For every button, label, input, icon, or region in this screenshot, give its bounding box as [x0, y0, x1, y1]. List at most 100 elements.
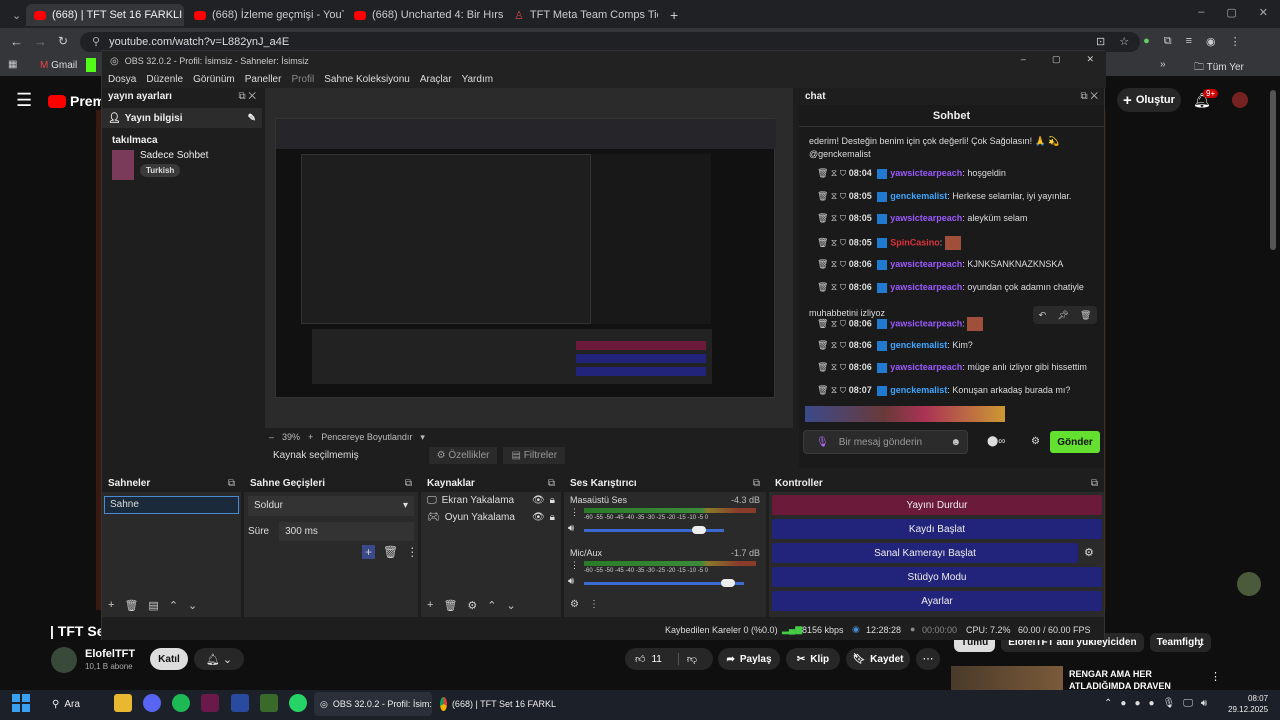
whatsapp-icon[interactable]: [289, 694, 307, 712]
speaker-icon[interactable]: 🔊︎: [568, 576, 574, 587]
trash-icon[interactable]: 🗑︎: [443, 599, 457, 612]
zoom-out-icon[interactable]: –: [269, 432, 274, 443]
mod-actions-icon[interactable]: 🗑︎ ⧖ ⛉: [817, 385, 849, 395]
minimize-icon[interactable]: –: [1198, 6, 1204, 19]
network-icon[interactable]: 🖵︎: [1183, 698, 1193, 709]
eye-icon[interactable]: 👁︎: [532, 512, 545, 523]
recommended-title[interactable]: RENGAR AMA HER ATLADIĞIMDA DRAVEN: [1069, 668, 1171, 692]
extension-icon[interactable]: ●: [1143, 35, 1150, 48]
mod-actions-icon[interactable]: 🗑︎ ⧖ ⛉: [817, 259, 849, 269]
menu-scene-collection[interactable]: Sahne Koleksiyonu: [324, 74, 410, 85]
emote-row[interactable]: [805, 406, 1005, 422]
popout-icon[interactable]: ⧉: [548, 478, 555, 489]
down-icon[interactable]: ⌄: [507, 599, 516, 612]
delete-icon[interactable]: 🗑︎: [1080, 310, 1091, 321]
mod-actions-icon[interactable]: 🗑︎ ⧖ ⛉: [817, 191, 849, 201]
popout-icon[interactable]: ⧉: [405, 478, 412, 489]
channel-avatar[interactable]: [51, 647, 77, 673]
mod-actions-icon[interactable]: 🗑︎ ⧖ ⛉: [817, 362, 849, 372]
subscribe-bell-button[interactable]: 🔔︎ ⌄: [194, 648, 244, 670]
hamburger-icon[interactable]: ☰: [16, 90, 32, 111]
maximize-icon[interactable]: ▢: [1052, 54, 1061, 65]
apps-icon[interactable]: ▦: [8, 59, 17, 70]
speaker-icon[interactable]: 🔊︎: [1201, 698, 1207, 709]
url-field[interactable]: ⚲ youtube.com/watch?v=L882ynJ_a4E: [80, 32, 1140, 52]
down-icon[interactable]: ⌄: [188, 599, 197, 612]
menu-tools[interactable]: Araçlar: [420, 74, 452, 85]
profile-avatar[interactable]: ◉: [1206, 35, 1216, 48]
chat-message[interactable]: 🗑︎ ⧖ ⛉ 08:05 yawsictearpeach: aleyküm se…: [817, 213, 1027, 224]
back-icon[interactable]: ←: [10, 34, 23, 49]
trash-icon[interactable]: 🗑︎: [383, 545, 398, 559]
add-icon[interactable]: +: [427, 599, 433, 612]
popout-icon[interactable]: ⧉: [753, 478, 760, 489]
tab-history[interactable]: (668) İzleme geçmişi - YouTube ✕: [186, 4, 344, 26]
mod-actions-icon[interactable]: 🗑︎ ⧖ ⛉: [817, 318, 849, 328]
chat-message[interactable]: 🗑︎ ⧖ ⛉ 08:05 genckemalist: Herkese selam…: [817, 191, 1071, 202]
chevron-right-icon[interactable]: »: [1160, 59, 1166, 70]
spotify-icon[interactable]: [172, 694, 190, 712]
message-user[interactable]: genckemalist: [890, 191, 947, 201]
create-button[interactable]: + Oluştur: [1117, 88, 1181, 112]
more-icon[interactable]: ⋮: [570, 507, 579, 518]
puzzle-icon[interactable]: ⧉: [1164, 35, 1172, 48]
app-icon[interactable]: [231, 694, 249, 712]
mod-actions-icon[interactable]: 🗑︎ ⧖ ⛉: [817, 213, 849, 223]
start-recording-button[interactable]: Kaydı Başlat: [772, 519, 1102, 539]
more-icon[interactable]: ⋮: [1210, 670, 1221, 683]
reply-icon[interactable]: ↶: [1039, 310, 1047, 321]
stream-info-header[interactable]: 👤︎ Yayın bilgisi ✎: [102, 108, 262, 128]
eye-icon[interactable]: 👁︎: [532, 495, 545, 506]
up-icon[interactable]: ⌃: [487, 599, 496, 612]
maximize-icon[interactable]: ▢: [1226, 6, 1236, 19]
recommended-thumbnail[interactable]: [951, 666, 1063, 692]
tab-tft-meta[interactable]: ♙ TFT Meta Team Comps Tier List ✕: [506, 4, 658, 26]
chat-message[interactable]: 🗑︎ ⧖ ⛉ 08:04 yawsictearpeach: hoşgeldin: [817, 168, 1006, 179]
lock-icon[interactable]: 🔒︎: [550, 512, 555, 523]
up-icon[interactable]: ⌃: [169, 599, 178, 612]
scene-item[interactable]: Sahne: [104, 496, 239, 514]
transition-select[interactable]: Soldur ▾: [248, 496, 414, 516]
youtube-logo[interactable]: Premi: [48, 93, 109, 109]
new-tab-button[interactable]: +: [662, 4, 682, 26]
settings-button[interactable]: Ayarlar: [772, 591, 1102, 611]
tab-search-button[interactable]: ⌄: [4, 4, 24, 26]
chat-message[interactable]: 🗑︎ ⧖ ⛉ 08:06 yawsictearpeach: KJNKSANKNA…: [817, 259, 1063, 270]
message-user[interactable]: yawsictearpeach: [890, 282, 962, 292]
minimize-icon[interactable]: –: [1021, 54, 1026, 65]
menu-view[interactable]: Görünüm: [193, 74, 235, 85]
taskbar-search[interactable]: ⚲ Ara: [52, 695, 104, 713]
volume-slider[interactable]: [584, 582, 744, 585]
pin-icon[interactable]: 📌︎: [1057, 310, 1068, 321]
send-button[interactable]: Gönder: [1050, 431, 1100, 453]
tab-uncharted[interactable]: (668) Uncharted 4: Bir Hırsızın S ✕: [346, 4, 504, 26]
message-user[interactable]: yawsictearpeach: [890, 259, 962, 269]
edit-pencil-icon[interactable]: ✎: [248, 113, 256, 124]
close-icon[interactable]: ⧉ ✕: [1080, 91, 1098, 102]
studio-mode-button[interactable]: Stüdyo Modu: [772, 567, 1102, 587]
volume-slider-handle[interactable]: [691, 526, 706, 534]
mod-actions-icon[interactable]: 🗑︎ ⧖ ⛉: [817, 237, 849, 247]
points-icon[interactable]: ⬤∞: [987, 436, 1005, 447]
bookmark-star-icon[interactable]: ☆: [1119, 35, 1129, 48]
taskbar-chrome[interactable]: (668) | TFT Set 16 FARKL: [436, 692, 556, 716]
mod-actions-icon[interactable]: 🗑︎ ⧖ ⛉: [817, 282, 849, 292]
menu-icon[interactable]: ⋮: [1230, 35, 1241, 48]
message-user[interactable]: genckemalist: [890, 385, 947, 395]
trash-icon[interactable]: 🗑︎: [124, 599, 138, 612]
chat-message[interactable]: 🗑︎ ⧖ ⛉ 08:06 yawsictearpeach:: [817, 317, 984, 331]
app-icon[interactable]: [201, 694, 219, 712]
site-info-icon[interactable]: ⚲: [92, 36, 100, 48]
tray-app-icon[interactable]: ●: [1134, 698, 1140, 709]
chat-message[interactable]: 🗑︎ ⧖ ⛉ 08:05 SpinCasino:: [817, 236, 961, 250]
forward-icon[interactable]: →: [34, 34, 47, 49]
message-user[interactable]: SpinCasino: [890, 237, 940, 247]
message-user[interactable]: yawsictearpeach: [890, 362, 962, 372]
gear-icon[interactable]: ⚙: [1084, 546, 1094, 559]
chat-message[interactable]: 🗑︎ ⧖ ⛉ 08:07 genckemalist: Konuşan arkad…: [817, 385, 1070, 396]
menu-edit[interactable]: Düzenle: [146, 74, 183, 85]
file-explorer-icon[interactable]: [114, 694, 132, 712]
fit-window-label[interactable]: Pencereye Boyutlandır: [321, 432, 412, 443]
more-icon[interactable]: ⋮: [589, 599, 599, 610]
menu-profile[interactable]: Profil: [291, 74, 314, 85]
